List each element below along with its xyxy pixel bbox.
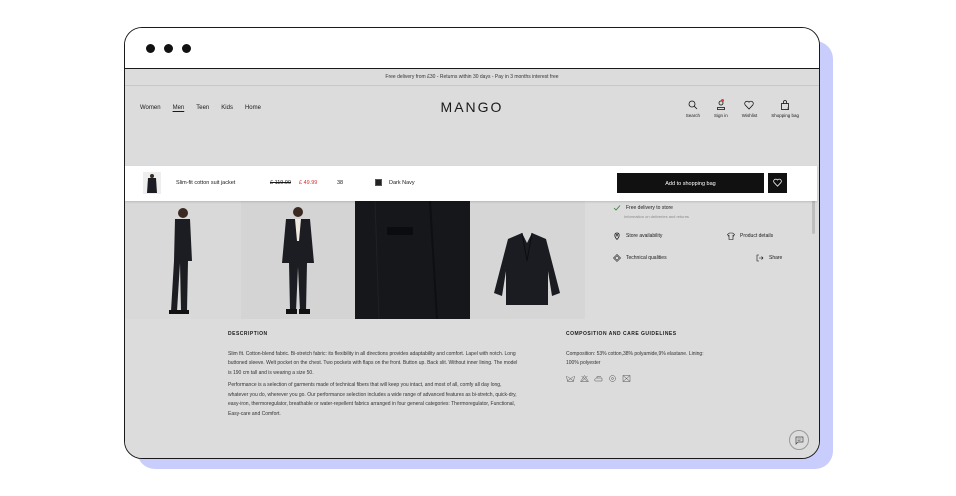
store-availability-link[interactable]: Store availability	[613, 232, 662, 240]
sticky-product-name: Slim-fit cotton suit jacket	[176, 180, 236, 186]
share-icon	[756, 254, 764, 262]
heart-icon	[773, 178, 782, 187]
wash-icon	[566, 375, 575, 382]
wishlist-label: Wishlist	[741, 113, 758, 118]
check-icon	[613, 205, 621, 211]
window-control-dot[interactable]	[164, 44, 173, 53]
sticky-size-selector[interactable]: 38	[337, 180, 343, 186]
product-photo-detail[interactable]	[355, 200, 470, 320]
composition-text: Composition: 53% cotton,38% polyamide,9%…	[566, 350, 704, 367]
browser-window: Free delivery from £30 - Returns within …	[124, 27, 820, 459]
sticky-product-bar: Slim-fit cotton suit jacket £ 119.99 £ 4…	[125, 166, 817, 201]
sticky-color-label: Dark Navy	[389, 180, 415, 186]
window-control-dot[interactable]	[146, 44, 155, 53]
product-photo-front[interactable]	[241, 201, 355, 319]
no-tumble-dry-icon	[622, 374, 631, 382]
header-actions: Search Sign in Wishlist 1 Shopping bag	[686, 99, 799, 118]
fabric-detail-figure	[374, 200, 438, 320]
search-button[interactable]: Search	[686, 100, 700, 118]
chat-icon	[795, 436, 803, 445]
share-link[interactable]: Share	[756, 254, 782, 262]
technical-qualities-label: Technical qualities	[626, 255, 667, 261]
product-details-label: Product details	[740, 233, 774, 239]
location-pin-icon	[614, 232, 620, 240]
wishlist-toggle-button[interactable]	[768, 173, 787, 193]
composition-section: COMPOSITION AND CARE GUIDELINES Composit…	[566, 330, 716, 382]
search-label: Search	[685, 113, 700, 118]
promo-bar: Free delivery from £30 - Returns within …	[125, 69, 819, 86]
wishlist-button[interactable]: Wishlist	[741, 100, 758, 118]
product-details-link[interactable]: Product details	[727, 232, 773, 240]
signin-button[interactable]: Sign in	[713, 99, 728, 118]
technical-qualities-link[interactable]: Technical qualities	[613, 254, 667, 262]
page-viewport: Free delivery from £30 - Returns within …	[125, 69, 819, 458]
dry-clean-icon	[609, 374, 616, 382]
store-availability-label: Store availability	[626, 233, 663, 239]
main-navbar: Women Men Teen Kids Home MANGO Search Si…	[125, 86, 819, 126]
description-section: DESCRIPTION Slim fit. Cotton-blend fabri…	[228, 330, 518, 422]
color-swatch[interactable]	[375, 179, 382, 186]
product-gallery	[125, 200, 585, 320]
thumbnail-figure	[147, 174, 157, 193]
chat-button[interactable]	[789, 430, 809, 450]
add-to-bag-button[interactable]: Add to shopping bag	[617, 173, 764, 193]
no-bleach-icon	[580, 374, 589, 382]
heart-icon	[744, 100, 755, 110]
delivery-info[interactable]: Free delivery to store	[613, 204, 673, 212]
description-paragraph-2: Performance is a selection of garments m…	[228, 382, 517, 417]
delivery-sub-link[interactable]: Information on deliveries and returns	[624, 214, 689, 219]
product-thumbnail[interactable]	[143, 172, 161, 194]
window-control-dot[interactable]	[182, 44, 191, 53]
model-front-figure	[282, 207, 314, 314]
product-photo-flat[interactable]	[470, 201, 585, 319]
search-icon	[688, 100, 698, 110]
delivery-label: Free delivery to store	[626, 205, 673, 211]
sticky-sale-price: £ 49.99	[299, 180, 318, 186]
iron-icon	[594, 375, 603, 381]
diamond-icon	[613, 254, 621, 262]
model-side-figure	[169, 208, 192, 314]
description-title: DESCRIPTION	[228, 331, 268, 337]
shopping-bag-button[interactable]: 1 Shopping bag	[771, 100, 799, 118]
bag-icon: 1	[781, 100, 789, 110]
bag-label: Shopping bag	[771, 113, 799, 118]
product-photo-side[interactable]	[125, 201, 241, 319]
care-icons	[566, 374, 716, 382]
description-paragraph-1: Slim fit. Cotton-blend fabric. Bi-stretc…	[228, 350, 518, 376]
shirt-icon	[727, 232, 735, 240]
signin-label: Sign in	[713, 113, 728, 118]
browser-titlebar	[125, 28, 819, 69]
notification-dot	[720, 99, 724, 102]
share-label: Share	[769, 255, 783, 261]
sticky-old-price: £ 119.99	[270, 180, 292, 186]
jacket-flat-figure	[494, 232, 560, 305]
composition-title: COMPOSITION AND CARE GUIDELINES	[566, 331, 677, 337]
